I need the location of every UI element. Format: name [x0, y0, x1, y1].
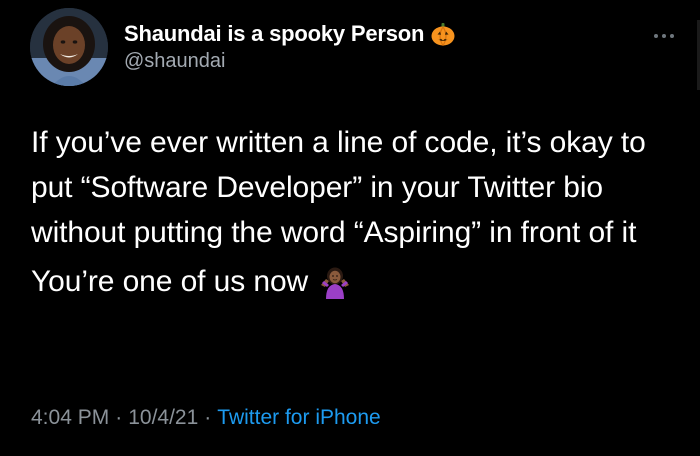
more-options-button[interactable]: [644, 24, 684, 48]
person-shrugging-icon: [318, 265, 352, 299]
tweet-source-link[interactable]: Twitter for iPhone: [217, 406, 380, 429]
display-name[interactable]: Shaundai is a spooky Person: [124, 21, 424, 47]
tweet-time[interactable]: 4:04 PM: [31, 406, 109, 429]
tweet-metadata: 4:04 PM · 10/4/21 · Twitter for iPhone: [31, 406, 381, 430]
more-horizontal-icon-dot: [662, 34, 666, 38]
avatar[interactable]: [30, 8, 108, 86]
pumpkin-icon: [430, 21, 456, 47]
tweet-text: If you’ve ever written a line of code, i…: [31, 120, 681, 304]
tweet-text-line: You’re one of us now: [31, 265, 309, 298]
display-name-row: Shaundai is a spooky Person: [124, 20, 456, 48]
separator: ·: [115, 406, 123, 429]
handle[interactable]: @shaundai: [124, 50, 456, 73]
more-horizontal-icon: [654, 34, 658, 38]
tweet-date[interactable]: 10/4/21: [128, 406, 198, 429]
separator: ·: [204, 406, 212, 429]
tweet-text-paragraph: You’re one of us now: [31, 259, 681, 304]
more-horizontal-icon-dot: [670, 34, 674, 38]
tweet-text-paragraph: If you’ve ever written a line of code, i…: [31, 126, 646, 249]
tweet-author: Shaundai is a spooky Person @shaundai: [124, 20, 456, 73]
avatar-image: [30, 8, 108, 86]
tweet: Shaundai is a spooky Person @shaundai If…: [0, 0, 700, 456]
